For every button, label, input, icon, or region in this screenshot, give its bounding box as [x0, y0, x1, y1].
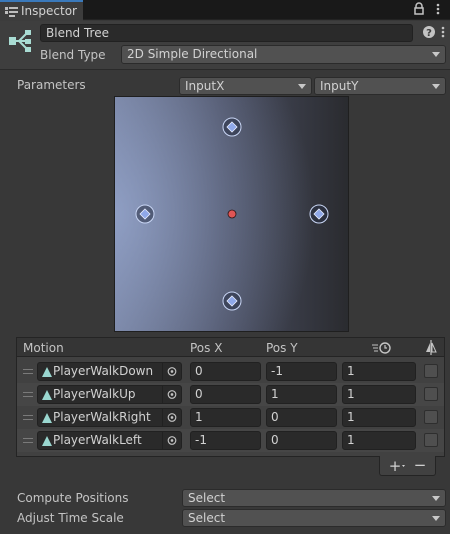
name-field[interactable]: Blend Tree	[40, 24, 413, 42]
chevron-down-icon	[432, 52, 440, 57]
motion-row: PlayerWalkRight 1 0 1	[17, 406, 444, 429]
svg-text:?: ?	[426, 28, 432, 39]
chevron-down-icon	[432, 496, 440, 501]
speed-field[interactable]: 1	[342, 362, 416, 381]
motion-point[interactable]	[309, 204, 329, 224]
speed-icon	[372, 342, 391, 354]
tab-label: Inspector	[21, 4, 77, 18]
object-picker-icon[interactable]	[162, 409, 181, 426]
remove-label: −	[414, 456, 427, 474]
motion-clip-name: PlayerWalkLeft	[53, 433, 142, 447]
pos-y-field[interactable]: 0	[266, 408, 337, 427]
blend-type-dropdown[interactable]: 2D Simple Directional	[121, 45, 446, 64]
pos-y-field[interactable]: -1	[266, 362, 337, 381]
tab-inspector[interactable]: Inspector	[0, 0, 83, 21]
blend-type-label: Blend Type	[40, 48, 106, 62]
tab-menu-icon[interactable]	[432, 2, 444, 16]
pos-x-field[interactable]: 0	[190, 362, 261, 381]
motion-clip-name: PlayerWalkDown	[53, 364, 154, 378]
motion-row: PlayerWalkUp 0 1 1	[17, 383, 444, 406]
mirror-checkbox[interactable]	[424, 364, 438, 378]
animation-clip-icon	[42, 367, 52, 377]
motion-clip-field[interactable]: PlayerWalkDown	[37, 362, 182, 381]
lock-icon[interactable]	[412, 2, 426, 16]
parameter-x-value: InputX	[185, 79, 225, 93]
blend-space-canvas	[135, 117, 329, 311]
speed-field[interactable]: 1	[342, 385, 416, 404]
motion-point[interactable]	[135, 204, 155, 224]
current-parameter-point[interactable]	[227, 209, 237, 219]
chevron-down-icon	[432, 84, 440, 89]
object-picker-icon[interactable]	[162, 386, 181, 403]
add-button[interactable]: +	[385, 456, 409, 475]
motion-clip-field[interactable]: PlayerWalkRight	[37, 408, 182, 427]
column-header-pos-y: Pos Y	[266, 341, 298, 355]
pos-x-field[interactable]: 0	[190, 385, 261, 404]
blend-type-value: 2D Simple Directional	[127, 47, 258, 61]
speed-field[interactable]: 1	[342, 408, 416, 427]
animation-clip-icon	[42, 390, 52, 400]
mirror-checkbox[interactable]	[424, 433, 438, 447]
more-options-icon[interactable]	[438, 25, 448, 39]
speed-field[interactable]: 1	[342, 431, 416, 450]
pos-x-field[interactable]: -1	[190, 431, 261, 450]
pos-y-field[interactable]: 1	[266, 385, 337, 404]
parameter-y-value: InputY	[320, 79, 359, 93]
mirror-checkbox[interactable]	[424, 410, 438, 424]
info-icon	[5, 7, 18, 17]
pos-y-field[interactable]: 0	[266, 431, 337, 450]
drag-handle-icon[interactable]	[23, 438, 33, 443]
column-header-pos-x: Pos X	[190, 341, 223, 355]
drag-handle-icon[interactable]	[23, 392, 33, 397]
motion-row: PlayerWalkLeft -1 0 1	[17, 429, 444, 452]
compute-positions-dropdown[interactable]: Select	[182, 489, 446, 507]
chevron-down-icon	[298, 84, 306, 89]
mirror-checkbox[interactable]	[424, 387, 438, 401]
column-header-motion: Motion	[23, 341, 64, 355]
add-label: +	[389, 457, 402, 475]
blend-tree-icon	[9, 30, 31, 52]
motion-point[interactable]	[222, 291, 242, 311]
animation-clip-icon	[42, 413, 52, 423]
mirror-icon	[426, 340, 437, 355]
animation-clip-icon	[42, 436, 52, 446]
remove-button[interactable]: −	[410, 456, 430, 475]
adjust-time-scale-dropdown[interactable]: Select	[182, 509, 446, 527]
help-icon[interactable]: ?	[422, 25, 436, 39]
object-picker-icon[interactable]	[162, 432, 181, 449]
motion-row: PlayerWalkDown 0 -1 1	[17, 360, 444, 383]
drag-handle-icon[interactable]	[23, 369, 33, 374]
parameter-x-dropdown[interactable]: InputX	[179, 77, 312, 95]
parameters-label: Parameters	[17, 78, 86, 92]
motion-clip-name: PlayerWalkUp	[53, 387, 136, 401]
compute-positions-value: Select	[188, 491, 226, 505]
blend-space-graph[interactable]	[114, 96, 349, 332]
motion-clip-field[interactable]: PlayerWalkLeft	[37, 431, 182, 450]
parameter-y-dropdown[interactable]: InputY	[314, 77, 446, 95]
drag-handle-icon[interactable]	[23, 415, 33, 420]
object-picker-icon[interactable]	[162, 363, 181, 380]
compute-positions-label: Compute Positions	[17, 491, 129, 505]
chevron-down-icon	[432, 516, 440, 521]
adjust-time-scale-value: Select	[188, 511, 226, 525]
pos-x-field[interactable]: 1	[190, 408, 261, 427]
motion-clip-name: PlayerWalkRight	[53, 410, 151, 424]
adjust-time-scale-label: Adjust Time Scale	[17, 511, 124, 525]
motion-clip-field[interactable]: PlayerWalkUp	[37, 385, 182, 404]
motion-point[interactable]	[222, 117, 242, 137]
